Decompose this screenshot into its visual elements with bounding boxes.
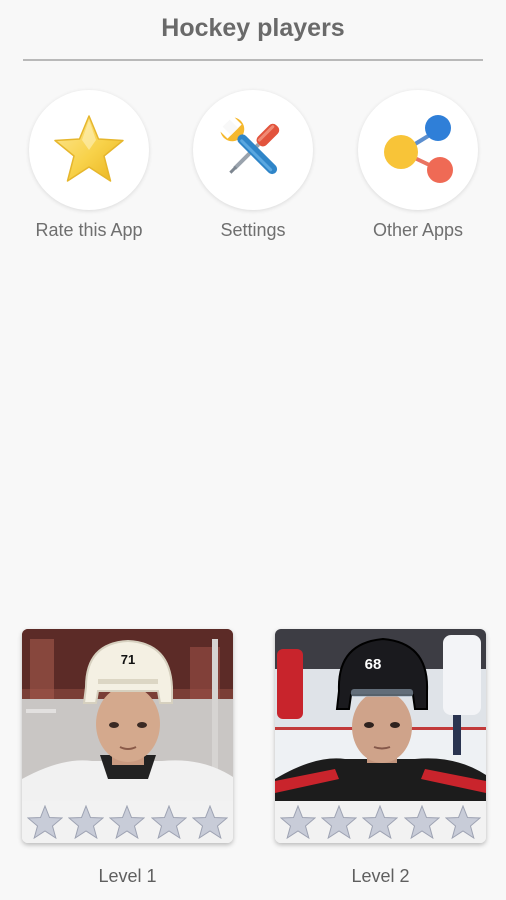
star-empty-icon: [362, 805, 399, 839]
star-empty-icon: [68, 805, 105, 839]
level-1-label: Level 1: [98, 866, 157, 886]
jersey-number-level-2: 68: [365, 656, 382, 673]
other-apps-label: Other Apps: [372, 220, 464, 240]
other-apps-button[interactable]: Other Apps: [343, 90, 493, 241]
star-empty-icon: [445, 805, 482, 839]
rate-app-circle[interactable]: [29, 90, 149, 210]
settings-circle[interactable]: [193, 90, 313, 210]
page-title: Hockey players: [161, 14, 345, 42]
share-icon: [384, 115, 453, 183]
star-empty-icon: [109, 805, 146, 839]
star-empty-icon: [403, 805, 440, 839]
player-photo-level-1: 71: [22, 629, 233, 801]
level-1-card[interactable]: 71: [22, 629, 233, 843]
rate-app-button[interactable]: Rate this App: [14, 90, 164, 241]
star-empty-icon: [321, 805, 358, 839]
title-divider: [23, 59, 483, 61]
tools-icon: [220, 117, 280, 175]
star-empty-icon: [279, 805, 316, 839]
player-photo-level-2: 68: [275, 629, 486, 801]
level-2-card[interactable]: 68: [275, 629, 486, 843]
settings-label: Settings: [220, 220, 286, 240]
settings-button[interactable]: Settings: [178, 90, 328, 241]
star-empty-icon: [150, 805, 187, 839]
level-2-label: Level 2: [351, 866, 410, 886]
rate-app-label: Rate this App: [35, 220, 143, 240]
star-empty-icon: [192, 805, 229, 839]
level-2-stars: [275, 801, 486, 843]
other-apps-circle[interactable]: [358, 90, 478, 210]
star-empty-icon: [26, 805, 63, 839]
jersey-number-level-1: 71: [121, 652, 135, 667]
star-icon: [54, 115, 124, 182]
level-1-stars: [22, 801, 233, 843]
